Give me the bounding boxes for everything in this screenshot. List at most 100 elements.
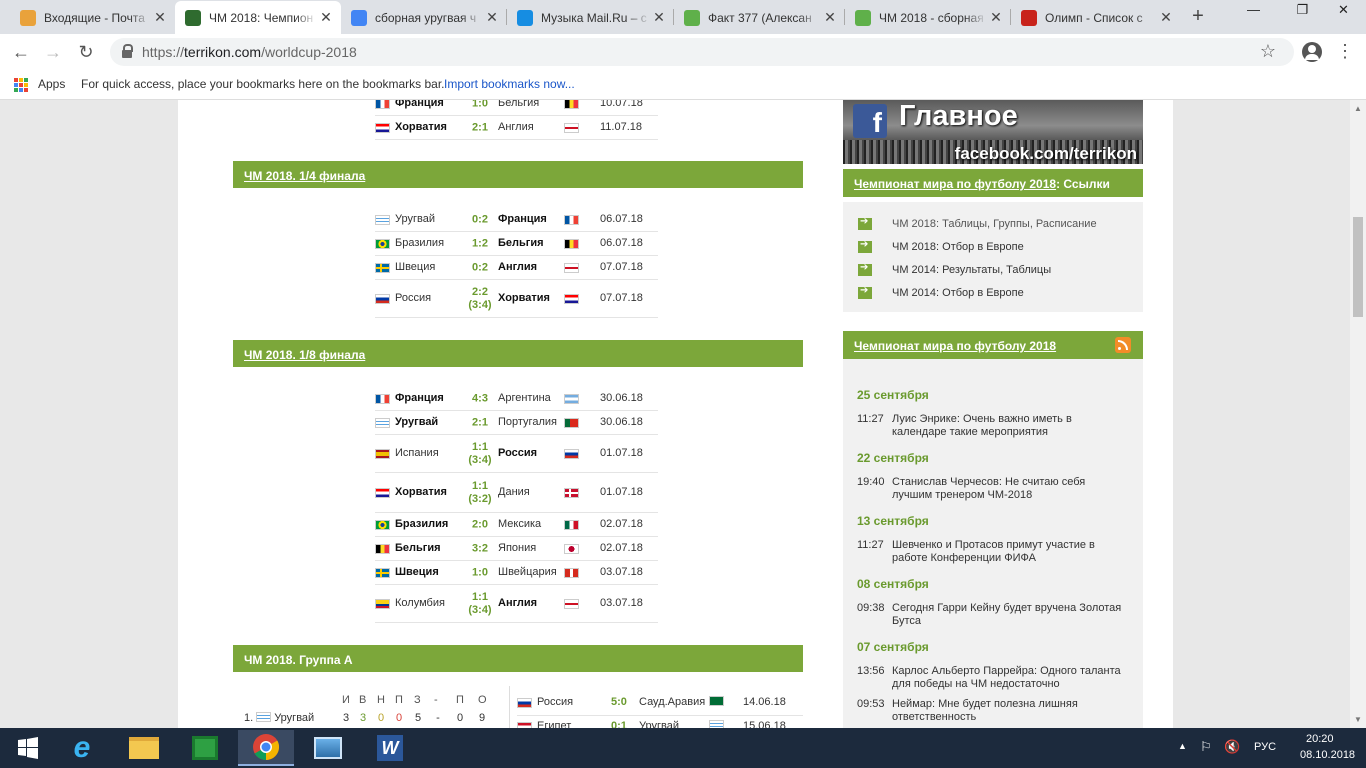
match-row[interactable]: Швеция 1:0 Швейцария 03.07.18 xyxy=(375,561,658,585)
score-value[interactable]: 3:2 xyxy=(472,542,488,554)
home-team[interactable]: Хорватия xyxy=(395,486,447,498)
match-row[interactable]: Уругвай 2:1 Португалия 30.06.18 xyxy=(375,411,658,435)
match-row[interactable]: Испания 1:1 (3:4) Россия 01.07.18 xyxy=(375,435,658,473)
scroll-up-icon[interactable]: ▲ xyxy=(1354,104,1362,113)
tab-close-icon[interactable]: ✕ xyxy=(151,9,169,26)
match-score[interactable]: 1:1 (3:2) xyxy=(465,480,495,506)
quarterfinal-title[interactable]: ЧМ 2018. 1/4 финала xyxy=(244,169,365,183)
match-row[interactable]: Бразилия 1:2 Бельгия 06.07.18 xyxy=(375,232,658,256)
home-team[interactable]: Хорватия xyxy=(395,121,447,133)
tab-close-icon[interactable]: ✕ xyxy=(650,9,668,26)
match-score[interactable]: 1:0 xyxy=(465,566,495,579)
apps-grid-icon[interactable] xyxy=(14,78,28,92)
back-icon[interactable]: ← xyxy=(8,40,34,64)
away-team[interactable]: Бельгия xyxy=(498,100,539,109)
match-score[interactable]: 1:1 (3:4) xyxy=(465,591,495,617)
match-score[interactable]: 0:1 xyxy=(611,720,627,728)
group-team[interactable]: 1. Уругвай xyxy=(244,712,314,724)
match-row[interactable]: Франция 4:3 Аргентина 30.06.18 xyxy=(375,387,658,411)
facebook-banner[interactable]: f Главное facebook.com/terrikon xyxy=(843,100,1143,164)
apps-link[interactable]: Apps xyxy=(38,77,65,91)
tab-3[interactable]: Музыка Mail.Ru – с ✕ xyxy=(507,1,674,34)
match-score[interactable]: 0:2 xyxy=(465,213,495,226)
match-score[interactable]: 1:0 xyxy=(465,100,495,110)
match-score[interactable]: 1:2 xyxy=(465,237,495,250)
sidebar-link-label[interactable]: ЧМ 2018: Таблицы, Группы, Расписание xyxy=(892,218,1097,230)
tab-close-icon[interactable]: ✕ xyxy=(821,9,839,26)
score-value[interactable]: 1:1 xyxy=(472,441,488,453)
score-value[interactable]: 4:3 xyxy=(472,392,488,404)
away-team[interactable]: Россия xyxy=(498,447,537,459)
taskbar-chrome-button[interactable] xyxy=(238,730,294,766)
kebab-menu-icon[interactable]: ⋮ xyxy=(1336,41,1354,61)
match-row[interactable]: Хорватия 2:1 Англия 11.07.18 xyxy=(375,116,658,140)
penalty-score[interactable]: (3:4) xyxy=(468,299,491,311)
home-team[interactable]: Испания xyxy=(395,447,439,459)
away-team[interactable]: Сауд.Аравия xyxy=(639,696,705,708)
penalty-score[interactable]: (3:4) xyxy=(468,454,491,466)
bookmark-star-icon[interactable]: ☆ xyxy=(1260,41,1276,62)
match-row[interactable]: Бельгия 3:2 Япония 02.07.18 xyxy=(375,537,658,561)
news-headline[interactable]: Карлос Альберто Паррейра: Одного таланта… xyxy=(892,665,1122,691)
home-team[interactable]: Россия xyxy=(537,696,573,708)
score-value[interactable]: 2:1 xyxy=(472,416,488,428)
taskbar-photos-button[interactable] xyxy=(300,730,356,766)
tab-4[interactable]: Факт 377 (Алексан ✕ xyxy=(674,1,845,34)
home-team[interactable]: Уругвай xyxy=(395,416,438,428)
taskbar-word-button[interactable]: W xyxy=(362,730,418,766)
sidebar-link-label[interactable]: ЧМ 2018: Отбор в Европе xyxy=(892,241,1024,253)
match-score[interactable]: 4:3 xyxy=(465,392,495,405)
away-team[interactable]: Бельгия xyxy=(498,237,544,249)
vertical-scrollbar[interactable]: ▲ ▼ xyxy=(1350,100,1366,728)
url-text[interactable]: https://terrikon.com/worldcup-2018 xyxy=(142,44,357,60)
score-value[interactable]: 1:2 xyxy=(472,237,488,249)
quarterfinal-header[interactable]: ЧМ 2018. 1/4 финала xyxy=(233,161,803,188)
tab-6[interactable]: Олимп - Список с ✕ xyxy=(1011,1,1181,34)
maximize-button[interactable]: ❐ xyxy=(1280,0,1325,22)
tab-2[interactable]: сборная уругвая ч ✕ xyxy=(341,1,507,34)
home-team[interactable]: Бразилия xyxy=(395,237,444,249)
tab-5[interactable]: ЧМ 2018 - сборная ✕ xyxy=(845,1,1011,34)
match-score[interactable]: 2:2 (3:4) xyxy=(465,286,495,312)
match-score[interactable]: 3:2 xyxy=(465,542,495,555)
tab-close-icon[interactable]: ✕ xyxy=(483,9,501,26)
score-value[interactable]: 0:2 xyxy=(472,213,488,225)
home-team[interactable]: Египет xyxy=(537,720,571,728)
sidebar-link-label[interactable]: ЧМ 2014: Отбор в Европе xyxy=(892,287,1024,299)
match-row[interactable]: Россия 2:2 (3:4) Хорватия 07.07.18 xyxy=(375,280,658,318)
score-value[interactable]: 2:0 xyxy=(472,518,488,530)
match-score[interactable]: 2:0 xyxy=(465,518,495,531)
minimize-button[interactable]: — xyxy=(1231,0,1276,22)
home-team[interactable]: Швеция xyxy=(395,566,439,578)
away-team[interactable]: Франция xyxy=(498,213,547,225)
scroll-down-icon[interactable]: ▼ xyxy=(1354,715,1362,724)
score-value[interactable]: 2:1 xyxy=(472,121,488,133)
score-value[interactable]: 1:0 xyxy=(472,100,488,109)
clock-time[interactable]: 20:20 xyxy=(1306,733,1334,745)
address-bar[interactable]: https://terrikon.com/worldcup-2018 ☆ xyxy=(110,38,1294,66)
taskbar-explorer-button[interactable] xyxy=(116,730,172,766)
away-team[interactable]: Дания xyxy=(498,486,530,498)
profile-avatar-icon[interactable] xyxy=(1302,42,1322,62)
tab-close-icon[interactable]: ✕ xyxy=(987,9,1005,26)
round16-header[interactable]: ЧМ 2018. 1/8 финала xyxy=(233,340,803,367)
start-button[interactable] xyxy=(0,730,56,766)
match-row[interactable]: Колумбия 1:1 (3:4) Англия 03.07.18 xyxy=(375,585,658,623)
away-team[interactable]: Англия xyxy=(498,597,537,609)
score-value[interactable]: 1:0 xyxy=(472,566,488,578)
home-team[interactable]: Бельгия xyxy=(395,542,441,554)
score-value[interactable]: 1:1 xyxy=(472,480,488,492)
match-row[interactable]: Швеция 0:2 Англия 07.07.18 xyxy=(375,256,658,280)
news-header-link[interactable]: Чемпионат мира по футболу 2018 xyxy=(854,339,1056,353)
news-headline[interactable]: Неймар: Мне будет полезна лишняя ответст… xyxy=(892,698,1122,724)
match-row[interactable]: Бразилия 2:0 Мексика 02.07.18 xyxy=(375,513,658,537)
match-score[interactable]: 1:1 (3:4) xyxy=(465,441,495,467)
home-team[interactable]: Колумбия xyxy=(395,597,445,609)
volume-muted-icon[interactable]: 🔇 xyxy=(1224,739,1240,755)
news-headline[interactable]: Шевченко и Протасов примут участие в раб… xyxy=(892,539,1122,565)
home-team[interactable]: Швеция xyxy=(395,261,435,273)
match-row[interactable]: Уругвай 0:2 Франция 06.07.18 xyxy=(375,208,658,232)
sidebar-link-label[interactable]: ЧМ 2014: Результаты, Таблицы xyxy=(892,264,1051,276)
home-team[interactable]: Бразилия xyxy=(395,518,448,530)
links-header-link[interactable]: Чемпионат мира по футболу 2018 xyxy=(854,177,1056,191)
